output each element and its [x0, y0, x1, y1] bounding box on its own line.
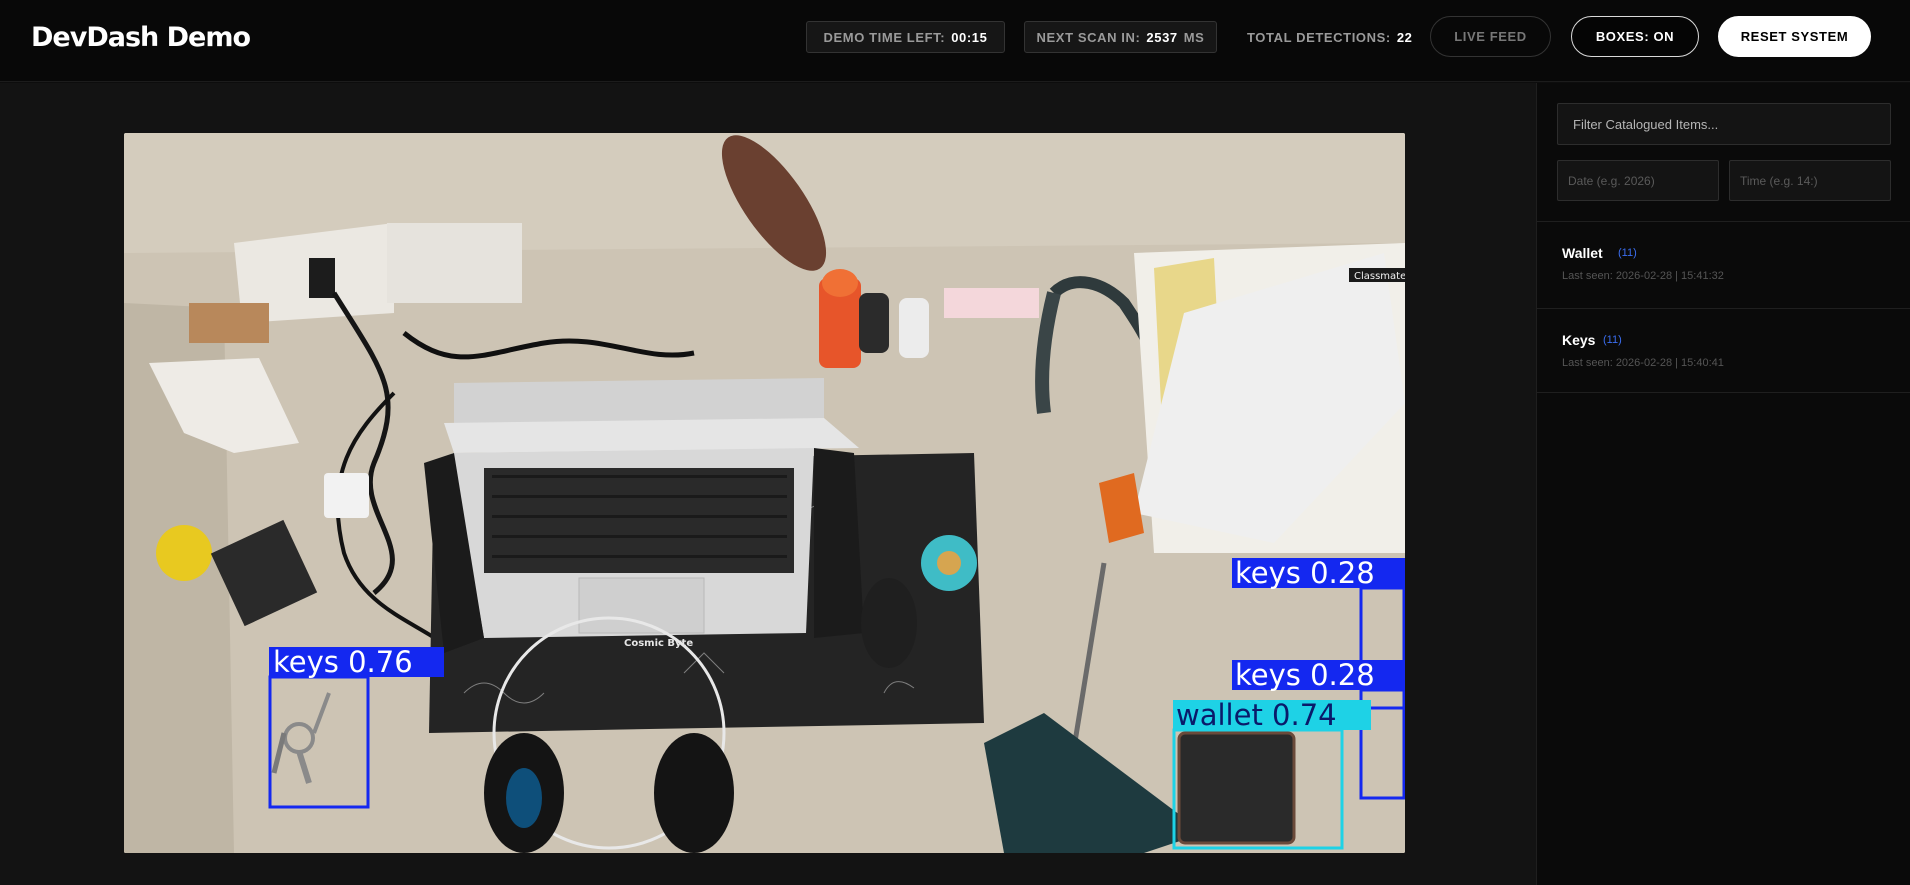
- yellow-toy: [156, 525, 212, 581]
- next-scan-unit: MS: [1183, 29, 1205, 45]
- notebook-label: Classmate: [1354, 271, 1405, 282]
- detection-label-keys-2: keys 0.28: [1235, 556, 1375, 590]
- filter-input[interactable]: [1557, 103, 1891, 145]
- total-detections-indicator: TOTAL DETECTIONS: 22: [1247, 21, 1412, 53]
- app-title: DevDash Demo: [31, 22, 251, 53]
- time-filter-input[interactable]: [1729, 160, 1891, 201]
- next-scan-label: NEXT SCAN IN:: [1036, 29, 1141, 45]
- total-detections-value: 22: [1396, 29, 1413, 45]
- demo-time-indicator: DEMO TIME LEFT: 00:15: [806, 21, 1005, 53]
- live-feed-button[interactable]: LIVE FEED: [1430, 16, 1551, 57]
- boxes-toggle-button[interactable]: BOXES: ON: [1571, 16, 1699, 57]
- detection-label-wallet: wallet 0.74: [1176, 698, 1337, 732]
- item-count: (11): [1618, 247, 1637, 259]
- detection-label-keys-1: keys 0.76: [273, 645, 413, 679]
- catalogue-item-wallet[interactable]: Wallet (11) Last seen: 2026-02-28 | 15:4…: [1537, 222, 1910, 308]
- reset-system-button[interactable]: RESET SYSTEM: [1718, 16, 1871, 57]
- camera-feed: Classmate Cosmic Byte keys 0.76 keys 0.2…: [124, 133, 1405, 853]
- next-scan-value: 2537: [1146, 29, 1178, 45]
- mousepad-brand: Cosmic Byte: [624, 638, 693, 649]
- item-count: (11): [1603, 334, 1622, 346]
- medicine-box: [944, 288, 1039, 318]
- computer-mouse: [861, 578, 917, 668]
- item-last-seen: Last seen: 2026-02-28 | 15:41:32: [1562, 270, 1724, 282]
- date-filter-input[interactable]: [1557, 160, 1719, 201]
- item-last-seen: Last seen: 2026-02-28 | 15:40:41: [1562, 357, 1724, 369]
- headphones-right-cup: [654, 733, 734, 853]
- wallet-object: [1179, 733, 1294, 843]
- dark-bottle: [859, 293, 889, 353]
- desk-scene-image: Classmate Cosmic Byte keys 0.76 keys 0.2…: [124, 133, 1405, 853]
- laptop-trackpad: [578, 577, 705, 634]
- detection-label-keys-3: keys 0.28: [1235, 658, 1375, 692]
- item-name: Keys: [1562, 332, 1596, 348]
- next-scan-indicator: NEXT SCAN IN: 2537 MS: [1024, 21, 1217, 53]
- catalogue-sidebar: Wallet (11) Last seen: 2026-02-28 | 15:4…: [1536, 83, 1910, 885]
- total-detections-label: TOTAL DETECTIONS:: [1247, 29, 1391, 45]
- divider: [1537, 392, 1910, 393]
- charger: [324, 473, 369, 518]
- white-bottle: [899, 298, 929, 358]
- wood-block: [189, 303, 269, 343]
- demo-time-value: 00:15: [951, 29, 988, 45]
- demo-time-label: DEMO TIME LEFT:: [823, 29, 946, 45]
- catalogue-item-keys[interactable]: Keys (11) Last seen: 2026-02-28 | 15:40:…: [1537, 309, 1910, 395]
- item-name: Wallet: [1562, 245, 1603, 261]
- top-bar: DevDash Demo DEMO TIME LEFT: 00:15 NEXT …: [0, 0, 1910, 82]
- main-panel: Classmate Cosmic Byte keys 0.76 keys 0.2…: [0, 83, 1536, 885]
